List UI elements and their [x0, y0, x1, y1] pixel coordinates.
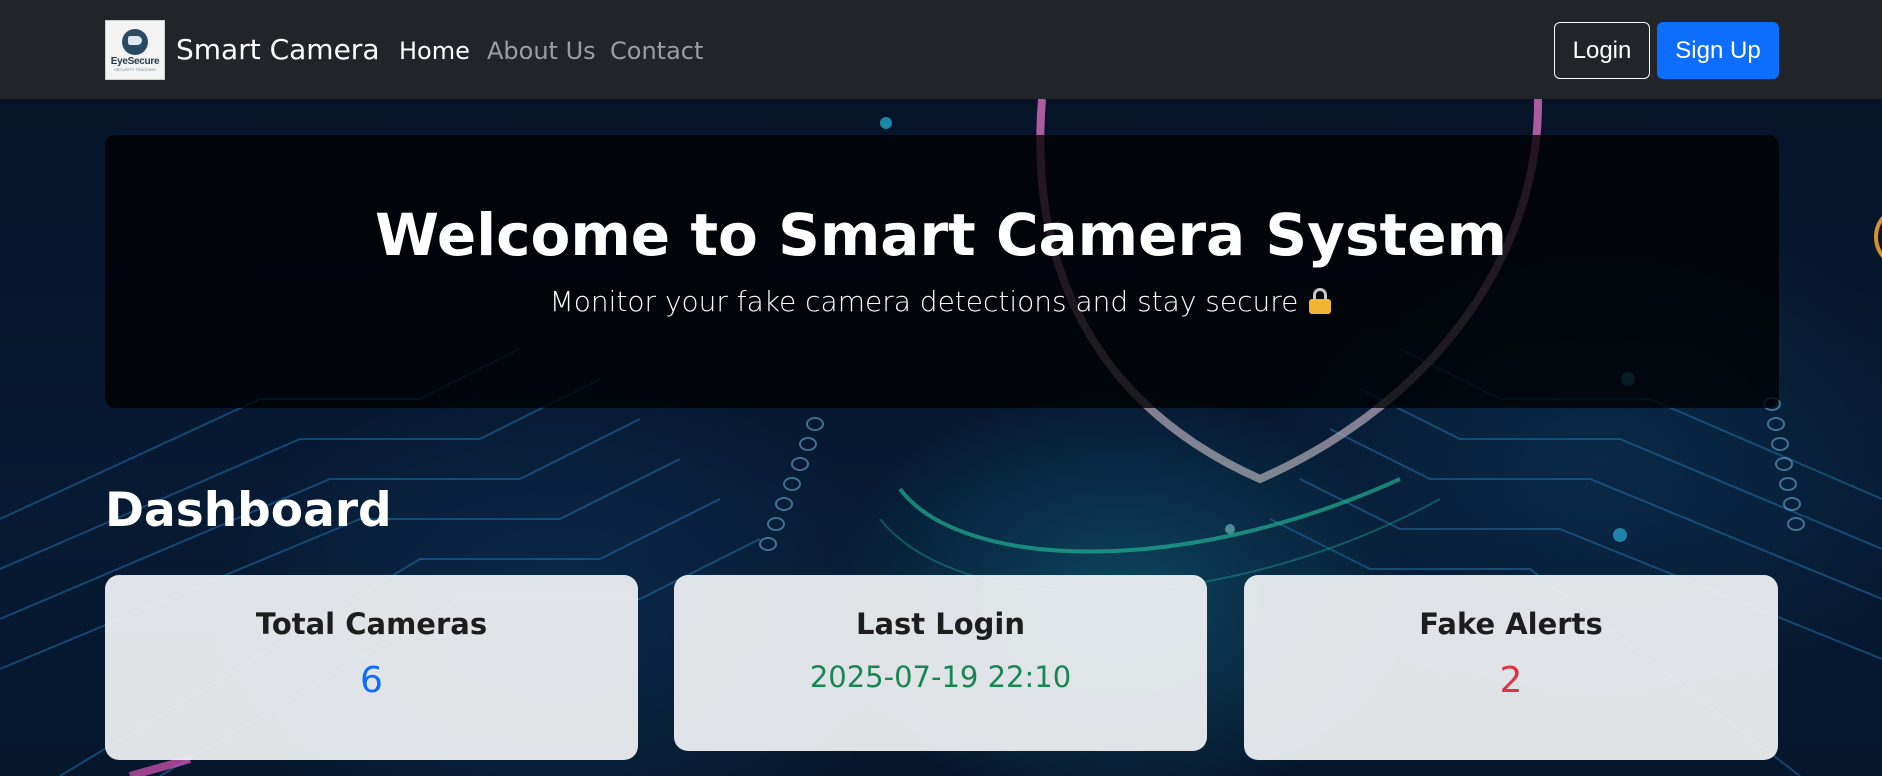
fake-alerts-card: Fake Alerts 2	[1244, 575, 1778, 760]
hero-title: Welcome to Smart Camera System	[375, 201, 1507, 269]
top-navbar: EyeSecure SECURITY TRACKING Smart Camera…	[0, 0, 1882, 99]
nav-link-contact[interactable]: Contact	[610, 33, 703, 69]
logo-text: EyeSecure	[110, 55, 160, 67]
card-title: Fake Alerts	[1419, 607, 1603, 641]
brand-logo[interactable]: EyeSecure SECURITY TRACKING	[105, 20, 165, 80]
total-cameras-card: Total Cameras 6	[105, 575, 638, 760]
camera-logo-icon	[122, 28, 148, 55]
logo-subtext: SECURITY TRACKING	[114, 66, 156, 72]
hero-subtitle-text: Monitor your fake camera detections and …	[549, 285, 1299, 318]
login-button[interactable]: Login	[1554, 22, 1650, 79]
total-cameras-value: 6	[360, 660, 383, 701]
dashboard-heading: Dashboard	[105, 483, 392, 538]
card-title: Last Login	[855, 607, 1025, 641]
last-login-card: Last Login 2025-07-19 22:10	[674, 575, 1207, 751]
signup-button[interactable]: Sign Up	[1657, 22, 1779, 79]
hero-subtitle: Monitor your fake camera detections and …	[0, 282, 1882, 322]
last-login-value: 2025-07-19 22:10	[809, 660, 1072, 694]
fake-alerts-value: 2	[1499, 660, 1523, 701]
nav-link-about-us[interactable]: About Us	[487, 33, 596, 69]
brand-name[interactable]: Smart Camera	[176, 30, 379, 70]
card-title: Total Cameras	[255, 607, 488, 641]
nav-link-home[interactable]: Home	[399, 33, 470, 69]
lock-icon	[1308, 288, 1332, 314]
